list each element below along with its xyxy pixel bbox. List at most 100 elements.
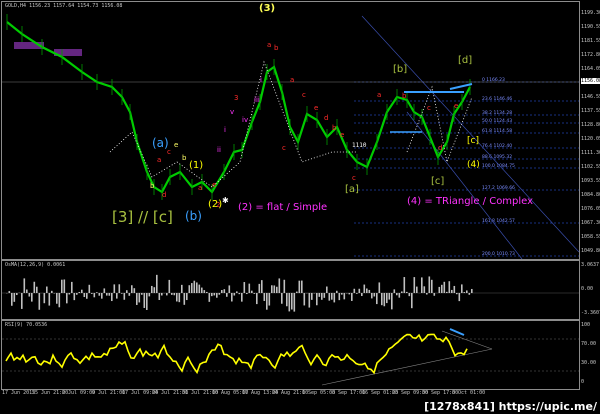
osma-bar [91, 293, 93, 294]
bracket-a-label: [a] [345, 184, 359, 195]
osma-bar [136, 293, 138, 305]
osma-bar [88, 284, 91, 293]
osma-bar [298, 280, 301, 293]
osma-bar [78, 291, 81, 293]
osma-bar [366, 288, 368, 293]
osma-bar [368, 289, 371, 293]
price-axis-tick: 1146.55 [581, 94, 600, 100]
osma-bar [278, 278, 281, 293]
price-axis-tick: 1181.55 [581, 38, 600, 44]
osma-bar [408, 293, 411, 297]
osma-bar [443, 281, 446, 293]
wave-count-label: e [174, 141, 178, 149]
rsi-trendline-upper [441, 330, 493, 350]
osma-bar [138, 293, 141, 303]
fib-level-label: 200.0 1010.73 [482, 251, 515, 257]
price-axis-tick: 1164.05 [581, 66, 600, 72]
osma-bar [356, 293, 358, 294]
osma-bar [323, 293, 326, 298]
osma-bar [151, 285, 153, 293]
osma-bar [256, 293, 258, 305]
price-axis-tick: 1058.55 [581, 234, 600, 240]
triangle-complex-label: (4) = TRiangle / Complex [407, 196, 534, 207]
osma-bar [233, 293, 236, 296]
osma-bar [388, 293, 391, 300]
fib-level-label: 127.2 1069.66 [482, 185, 515, 191]
fib-level-label: 38.2 1134.28 [482, 110, 512, 116]
osma-axis-tick: 0.00 [581, 286, 594, 292]
osma-bar [23, 278, 26, 293]
price-chart-svg: 0 1166.2323.6 1146.4638.2 1134.2850.0 11… [2, 14, 579, 259]
osma-bar [158, 293, 161, 301]
osma-bar [361, 293, 363, 297]
osma-bar [176, 293, 178, 302]
osma-bar [338, 293, 341, 301]
time-axis-tick: 8 Oct 01:00 [452, 390, 486, 396]
price-axis: 1199.301190.551181.551172.801164.051155.… [579, 0, 600, 390]
osma-bar [341, 293, 343, 295]
osma-bar [191, 283, 193, 293]
price-axis-tick: 1093.55 [581, 178, 600, 184]
price-axis-tick: 1128.80 [581, 122, 600, 128]
price-axis-tick: 1137.55 [581, 108, 600, 114]
osma-bar [308, 293, 311, 308]
price-axis-tick: 1199.30 [581, 10, 600, 16]
wave-count-label: b [332, 124, 337, 132]
osma-bar [406, 291, 408, 293]
osma-bar [253, 293, 256, 294]
osma-bar [46, 286, 48, 293]
osma-bar [293, 293, 296, 312]
osma-bar [236, 291, 238, 293]
osma-bar [291, 293, 293, 310]
osma-bar [133, 288, 136, 293]
osma-bar [271, 285, 273, 293]
osma-bar [171, 293, 173, 295]
osma-indicator-panel[interactable]: OsMA(12,26,9) 0.0061 [1, 260, 580, 320]
wave-3-label: (3) [259, 3, 276, 14]
osma-bar [8, 291, 11, 293]
price-1110-label: 1110 [352, 142, 367, 149]
osma-axis-tick: -3.3607 [581, 310, 600, 316]
osma-bar [61, 279, 63, 293]
wave-count-label: d [162, 191, 166, 199]
time-axis-tick: 9 Jul 21:00 [92, 390, 126, 396]
osma-bar [273, 285, 276, 293]
osma-bar [81, 289, 83, 293]
osma-bar [196, 282, 198, 293]
channel-line-upper [361, 15, 579, 253]
osma-bar [343, 293, 346, 300]
osma-bar [201, 287, 203, 293]
osma-bar [76, 293, 78, 295]
osma-bar [11, 293, 13, 306]
osma-bar [228, 285, 231, 293]
wave-count-label: d [324, 114, 328, 122]
osma-bar [206, 291, 208, 293]
osma-bar [211, 293, 213, 297]
mt4-chart-window: GOLD,H4 1156.23 1157.64 1154.73 1156.08 … [0, 0, 600, 414]
osma-bar [178, 293, 181, 303]
wave-count-label: c [282, 144, 286, 152]
osma-bar [316, 293, 318, 306]
wave-1-label: (1) [189, 160, 204, 171]
osma-bar [83, 293, 86, 298]
price-chart-panel[interactable]: GOLD,H4 1156.23 1157.64 1154.73 1156.08 … [1, 1, 580, 260]
wave-count-label: c [352, 174, 356, 182]
osma-bar [281, 293, 283, 304]
osma-bar [423, 286, 426, 293]
osma-bar [226, 293, 228, 297]
rsi-indicator-panel[interactable]: RSI(9) 70.0536 [1, 320, 580, 390]
osma-bar [173, 293, 176, 296]
osma-bar [396, 293, 398, 296]
osma-bar [16, 293, 18, 296]
wave-count-label: b [182, 154, 187, 162]
osma-bar [438, 286, 441, 293]
osma-bar [466, 290, 468, 293]
osma-bar [283, 279, 286, 293]
osma-bar [348, 293, 351, 295]
rsi-axis-tick: 30.00 [581, 360, 597, 366]
price-axis-tick: 1049.80 [581, 248, 600, 254]
price-series-line [6, 21, 471, 194]
osma-bar [73, 293, 76, 301]
wave-count-label: a [157, 156, 161, 164]
osma-bar [326, 286, 328, 293]
